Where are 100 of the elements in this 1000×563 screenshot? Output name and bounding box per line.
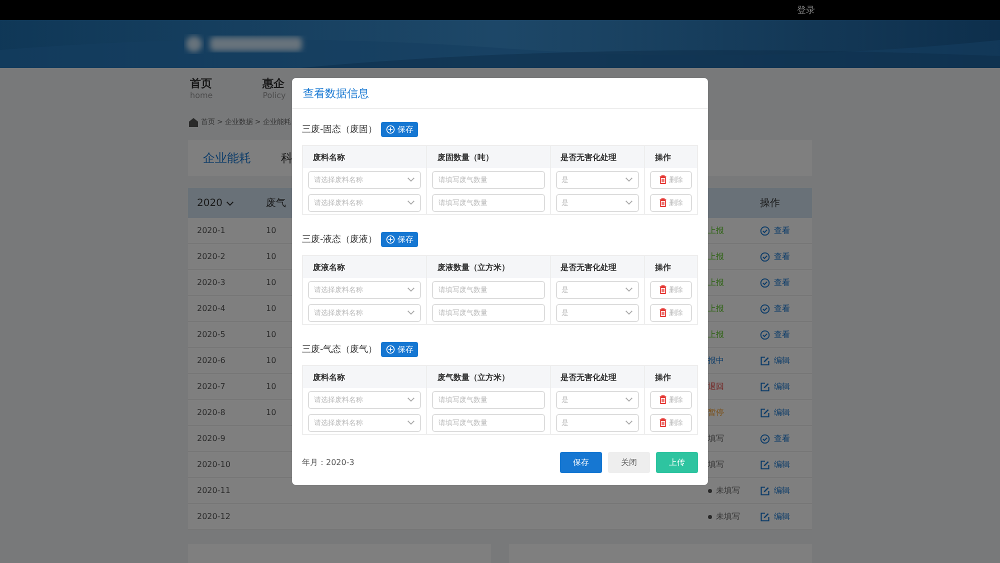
save-button[interactable]: 保存 bbox=[381, 122, 418, 136]
status-text: 退回 bbox=[708, 381, 724, 392]
dialog-button[interactable]: 上传 bbox=[656, 452, 698, 473]
column-header: 废气数量（立方米） bbox=[437, 372, 510, 382]
table-cell-text: 2020-4 bbox=[196, 304, 226, 313]
tab[interactable]: 科 bbox=[281, 150, 293, 166]
table-cell: 10 bbox=[266, 356, 276, 365]
section-title: 三废-液态（废液） bbox=[302, 234, 378, 246]
table-cell-text: 2020-7 bbox=[196, 382, 226, 391]
chevron-icon bbox=[624, 310, 633, 315]
column-header: 是否无害化处理 bbox=[560, 372, 617, 382]
table-cell: 10 bbox=[266, 226, 276, 235]
check-circle-icon bbox=[760, 330, 770, 340]
edit-icon bbox=[760, 408, 770, 418]
row-action-link[interactable]: 查看 bbox=[760, 225, 812, 236]
row-action-link[interactable]: 编辑 bbox=[760, 485, 812, 496]
check-circle-icon bbox=[760, 226, 770, 236]
table-cell-text: 2020-11 bbox=[196, 486, 232, 495]
section-title: 三废-固态（废固） bbox=[302, 124, 378, 136]
table-cell-text: 2020-8 bbox=[196, 408, 226, 417]
status-text: 未填写 bbox=[716, 485, 740, 496]
trash-icon bbox=[658, 308, 667, 317]
row-action-link[interactable]: 查看 bbox=[760, 329, 812, 340]
column-header: 是否无害化处理 bbox=[560, 262, 617, 272]
period-label: 年月：2020-3 bbox=[302, 457, 354, 468]
save-button[interactable]: 保存 bbox=[381, 232, 418, 246]
table-cell-text: 2020-5 bbox=[196, 330, 226, 339]
status-text: 填写 bbox=[708, 459, 724, 470]
check-circle-icon bbox=[760, 278, 770, 288]
section-title: 三废-气态（废气） bbox=[302, 344, 378, 356]
status-text: 上报 bbox=[708, 277, 724, 288]
table-cell-text: 2020-6 bbox=[196, 356, 226, 365]
column-header: 废气 bbox=[266, 196, 287, 210]
column-header: 操作 bbox=[655, 262, 672, 272]
chevron-icon bbox=[407, 287, 416, 292]
trash-icon bbox=[658, 395, 667, 404]
table-cell: 10 bbox=[266, 304, 276, 313]
row-action-link[interactable]: 编辑 bbox=[760, 355, 812, 366]
chevron-icon bbox=[226, 200, 234, 206]
chevron-icon bbox=[624, 177, 633, 182]
status-text: 未填写 bbox=[716, 511, 740, 522]
dialog-button[interactable]: 关闭 bbox=[608, 452, 650, 473]
row-action-link[interactable]: 编辑 bbox=[760, 407, 812, 418]
trash-icon bbox=[658, 198, 667, 207]
edit-icon bbox=[760, 460, 770, 470]
column-header: 废液数量（立方米） bbox=[437, 262, 510, 272]
row-action-link[interactable]: 编辑 bbox=[760, 459, 812, 470]
status-text: 上报 bbox=[708, 251, 724, 262]
row-action-link[interactable]: 编辑 bbox=[760, 381, 812, 392]
chevron-icon bbox=[407, 177, 416, 182]
table-cell: 10 bbox=[266, 408, 276, 417]
table-cell-text: 2020-10 bbox=[196, 460, 232, 469]
table-cell-text: 2020-2 bbox=[196, 252, 226, 261]
chevron-icon bbox=[624, 420, 633, 425]
row-action-link[interactable]: 查看 bbox=[760, 251, 812, 262]
row-action-link[interactable]: 查看 bbox=[760, 433, 812, 444]
plus-circle-icon bbox=[386, 344, 396, 354]
column-header: 是否无害化处理 bbox=[560, 152, 617, 162]
check-circle-icon bbox=[760, 304, 770, 314]
column-header: 废固数量（吨） bbox=[437, 152, 494, 162]
check-circle-icon bbox=[760, 434, 770, 444]
status-text: 填写 bbox=[708, 433, 724, 444]
edit-icon bbox=[760, 512, 770, 522]
row-action-link[interactable]: 查看 bbox=[760, 303, 812, 314]
table-cell: 10 bbox=[266, 330, 276, 339]
edit-icon bbox=[760, 486, 770, 496]
row-action-link[interactable]: 查看 bbox=[760, 277, 812, 288]
status-text: 报中 bbox=[708, 355, 724, 366]
chevron-icon bbox=[407, 397, 416, 402]
dialog-title: 查看数据信息 bbox=[303, 86, 369, 100]
edit-icon bbox=[760, 382, 770, 392]
chevron-icon bbox=[624, 200, 633, 205]
year-dropdown[interactable]: 2020 bbox=[188, 198, 266, 208]
status-text: 上报 bbox=[708, 303, 724, 314]
chevron-icon bbox=[624, 287, 633, 292]
save-button[interactable]: 保存 bbox=[381, 342, 418, 356]
table-cell: 10 bbox=[266, 252, 276, 261]
trash-icon bbox=[658, 285, 667, 294]
trash-icon bbox=[658, 175, 667, 184]
table-cell: 10 bbox=[266, 382, 276, 391]
table-cell-text: 2020-9 bbox=[196, 434, 226, 443]
dialog-button[interactable]: 保存 bbox=[560, 452, 602, 473]
column-header: 操作 bbox=[760, 197, 781, 210]
chevron-icon bbox=[407, 420, 416, 425]
trash-icon bbox=[658, 418, 667, 427]
login-link[interactable]: 登录 bbox=[797, 4, 815, 16]
table-cell-text: 2020-12 bbox=[196, 512, 232, 521]
chevron-icon bbox=[407, 310, 416, 315]
column-header: 操作 bbox=[655, 372, 672, 382]
table-cell-text: 2020-3 bbox=[196, 278, 226, 287]
column-header: 废液名称 bbox=[313, 262, 345, 272]
row-action-link[interactable]: 编辑 bbox=[760, 511, 812, 522]
chevron-icon bbox=[624, 397, 633, 402]
tab[interactable]: 企业能耗 bbox=[203, 150, 251, 166]
plus-circle-icon bbox=[386, 124, 396, 134]
status-text: 暂停 bbox=[708, 407, 724, 418]
plus-circle-icon bbox=[386, 234, 396, 244]
table-cell: 10 bbox=[266, 278, 276, 287]
column-header: 操作 bbox=[655, 152, 672, 162]
column-header: 废料名称 bbox=[313, 152, 345, 162]
